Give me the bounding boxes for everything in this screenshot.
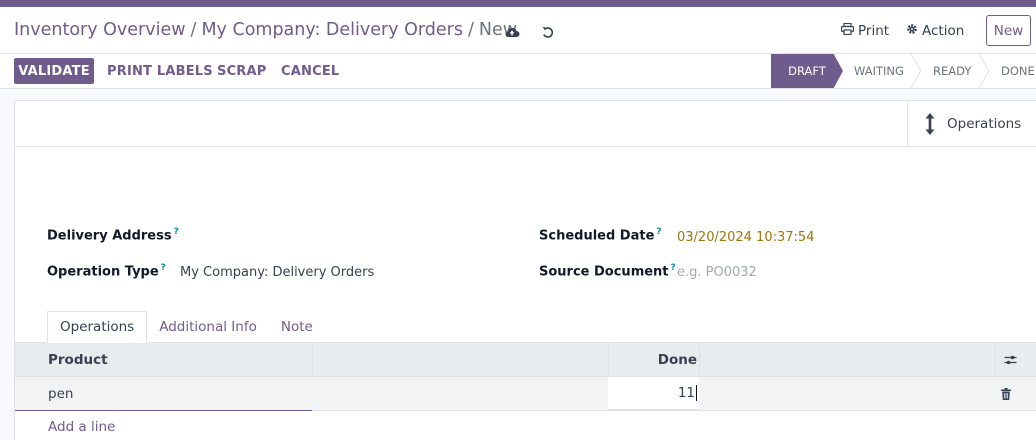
status-ready[interactable]: READY [933,54,971,88]
done-quantity-value: 11 [677,385,695,401]
tab-note[interactable]: Note [269,311,325,343]
notebook-tabs: Operations Additional Info Note [47,311,325,343]
validate-button[interactable]: VALIDATE [14,58,94,84]
status-waiting[interactable]: WAITING [854,54,904,88]
trash-icon[interactable] [998,377,1014,410]
tab-additional-info[interactable]: Additional Info [147,311,269,343]
page-header: Inventory Overview / My Company: Delivery … [0,7,1036,54]
scheduled-date-text: Scheduled Date [539,228,655,244]
status-draft[interactable]: DRAFT [771,54,843,88]
action-button[interactable]: Action [906,23,964,39]
smart-button-box: Operations [15,101,1036,147]
print-button[interactable]: Print [841,22,890,39]
tab-operations[interactable]: Operations [47,311,148,343]
scheduled-date-field[interactable]: 03/20/2024 10:37:54 [677,230,814,245]
new-button[interactable]: New [986,15,1031,46]
product-cell[interactable]: pen [48,377,73,410]
add-line-link[interactable]: Add a line [48,419,115,435]
operation-type-label: Operation Type? [47,263,166,279]
operation-type-text: Operation Type [47,264,159,280]
help-tooltip-icon[interactable]: ? [671,263,676,273]
breadcrumb: Inventory Overview / My Company: Delivery … [14,20,517,40]
column-header-done[interactable]: Done [608,343,697,376]
form-sheet: Operations Delivery Address? Operation T… [14,100,1036,440]
breadcrumb-separator: / [467,20,474,40]
print-labels-button[interactable]: PRINT LABELS [107,64,213,79]
operations-smart-button[interactable]: Operations [907,101,1036,146]
status-chevron [978,54,990,88]
help-tooltip-icon[interactable]: ? [656,227,661,237]
text-caret [696,385,697,401]
status-chevron [910,54,922,88]
column-header-product[interactable]: Product [48,343,108,376]
action-label: Action [922,23,965,39]
breadcrumb-item-inventory-overview[interactable]: Inventory Overview [14,20,186,40]
help-tooltip-icon[interactable]: ? [174,227,179,237]
optional-columns-icon[interactable] [1002,343,1018,376]
product-field-underline [15,410,312,411]
operation-type-field[interactable]: My Company: Delivery Orders [180,265,374,280]
help-tooltip-icon[interactable]: ? [161,263,166,273]
breadcrumb-separator: / [190,20,197,40]
gear-icon [906,23,918,39]
scrap-button[interactable]: SCRAP [217,64,267,79]
top-navbar [0,0,1036,7]
printer-icon [841,22,855,39]
done-quantity-input[interactable]: 11 [608,377,699,410]
undo-icon[interactable] [539,23,557,41]
arrows-vertical-icon [925,112,935,136]
cancel-button[interactable]: CANCEL [281,64,339,79]
source-document-text: Source Document [539,264,669,280]
cloud-upload-icon[interactable] [503,23,521,41]
control-panel: VALIDATE PRINT LABELS SCRAP CANCEL DRAFT… [0,54,1036,89]
source-document-label: Source Document? [539,263,676,279]
status-done[interactable]: DONE [1001,54,1035,88]
table-header: Product Done [15,342,1036,377]
source-document-field[interactable]: e.g. PO0032 [677,265,757,280]
table-row[interactable]: pen 11 [15,377,1036,411]
delivery-address-label: Delivery Address? [47,227,179,243]
operations-smart-button-label: Operations [947,115,1022,132]
delivery-address-text: Delivery Address [47,228,172,244]
column-divider [312,343,313,376]
breadcrumb-item-delivery-orders[interactable]: My Company: Delivery Orders [201,20,463,40]
column-divider [995,343,996,376]
print-label: Print [858,23,890,39]
column-divider [699,343,700,376]
scheduled-date-label: Scheduled Date? [539,227,662,243]
